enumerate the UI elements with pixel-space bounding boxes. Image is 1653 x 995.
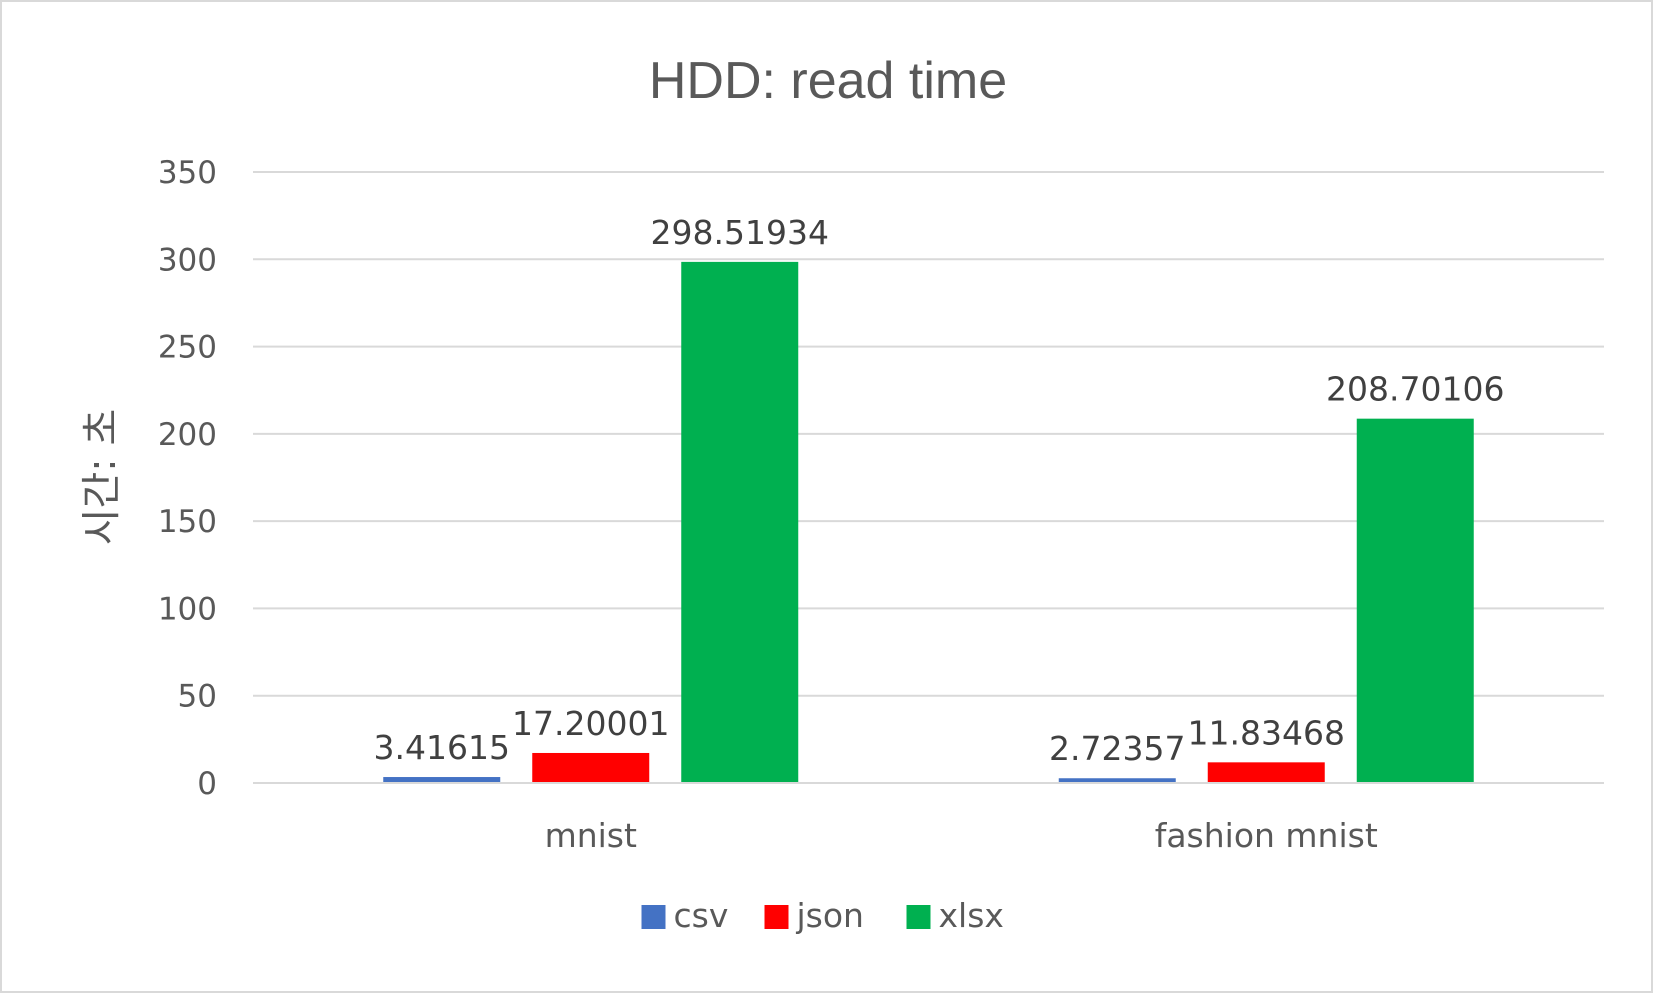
legend-swatch-csv xyxy=(641,905,666,929)
y-axis-ticks: 0 50 100 150 200 250 300 350 xyxy=(158,155,217,802)
bar-xlsx-0 xyxy=(681,261,799,784)
data-label-csv-1: 2.72357 xyxy=(1049,729,1185,768)
chart-frame: HDD: read time 0 50 100 150 200 250 300 350 시간:… xyxy=(0,0,1653,993)
x-category-label: mnist xyxy=(545,816,637,855)
y-axis-label: 시간: 초 xyxy=(79,409,125,546)
y-tick-label: 0 xyxy=(197,766,217,802)
y-tick-label: 300 xyxy=(158,242,217,278)
data-label-xlsx-0: 298.51934 xyxy=(651,213,829,252)
legend-label-csv: csv xyxy=(674,896,729,935)
data-label-csv-0: 3.41615 xyxy=(374,728,510,767)
legend-swatch-xlsx xyxy=(906,905,931,929)
bar-xlsx-1 xyxy=(1356,418,1474,783)
x-axis-categories: mnist fashion mnist xyxy=(545,816,1378,855)
bar-json-0 xyxy=(532,752,650,783)
x-category-label: fashion mnist xyxy=(1155,816,1378,855)
legend-swatch-json xyxy=(764,905,789,929)
legend-label-json: json xyxy=(796,896,864,935)
y-tick-label: 100 xyxy=(158,591,217,627)
data-labels: 3.4161517.20001 298.51934 2.72357 11.83468 2… xyxy=(374,213,1505,768)
y-tick-label: 250 xyxy=(158,330,217,366)
data-label-json-1: 11.83468 xyxy=(1188,713,1345,752)
data-label-xlsx-1: 208.70106 xyxy=(1326,370,1504,409)
bar-json-1 xyxy=(1207,762,1325,783)
y-tick-label: 150 xyxy=(158,504,217,540)
y-tick-label: 50 xyxy=(178,679,217,715)
y-tick-label: 350 xyxy=(158,155,217,191)
y-tick-label: 200 xyxy=(158,417,217,453)
legend-label-xlsx: xlsx xyxy=(939,896,1004,935)
bar-chart: HDD: read time 0 50 100 150 200 250 300 350 시간:… xyxy=(79,52,1604,935)
chart-title: HDD: read time xyxy=(649,52,1007,110)
legend: csv json xlsx xyxy=(641,896,1004,935)
data-label-json-0: 17.20001 xyxy=(512,704,669,743)
